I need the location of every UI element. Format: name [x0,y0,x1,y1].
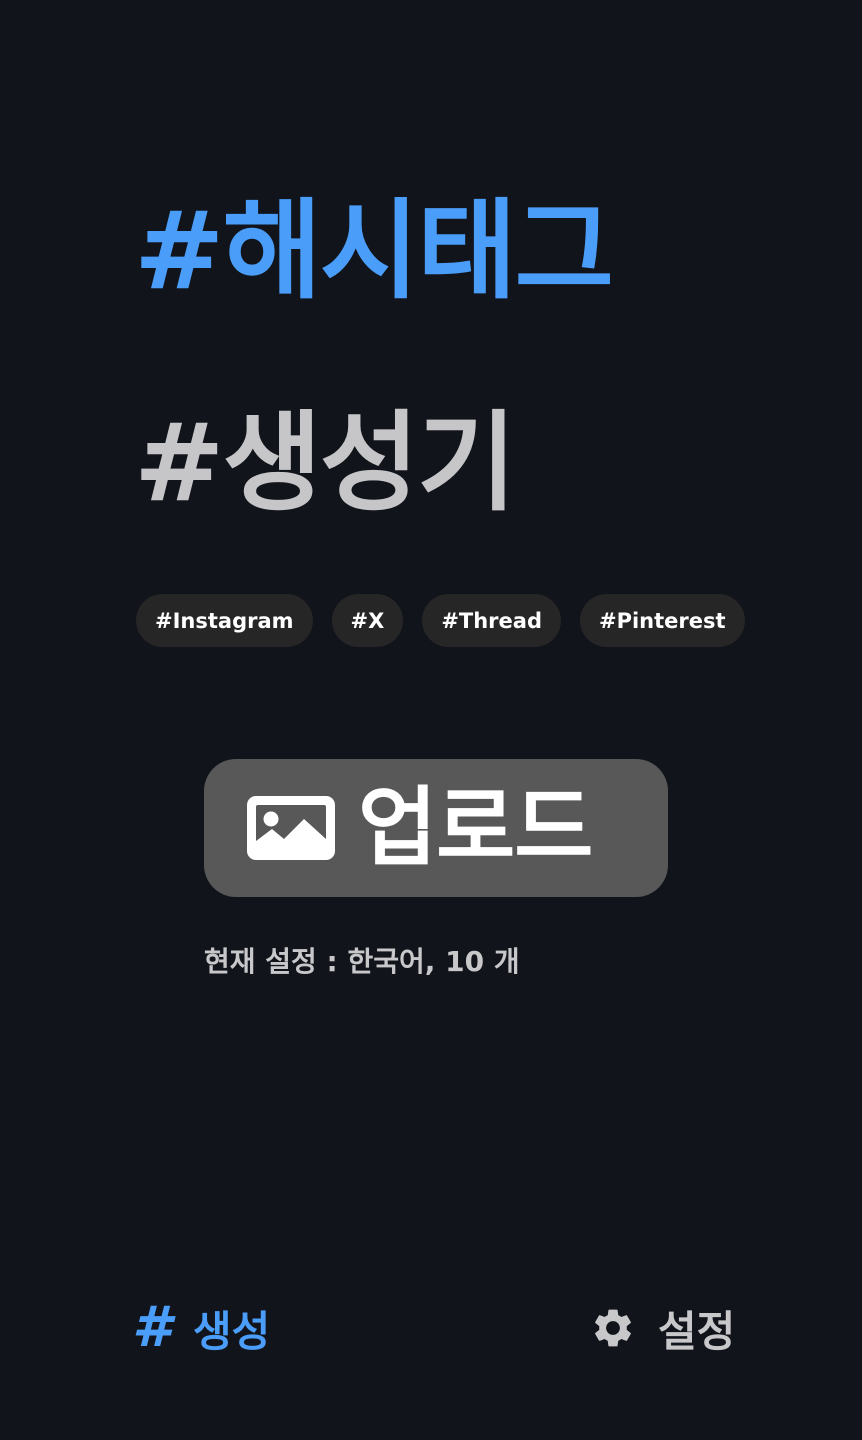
upload-button[interactable]: 업로드 [204,759,668,897]
nav-generate[interactable]: # 생성 [132,1300,270,1356]
nav-settings[interactable]: 설정 [590,1300,735,1356]
chip-instagram[interactable]: #Instagram [136,594,313,647]
platform-chips: #Instagram #X #Thread #Pinterest [136,594,745,647]
chip-thread[interactable]: #Thread [422,594,561,647]
chip-x[interactable]: #X [331,594,404,647]
gear-icon [595,1309,631,1347]
title-line-2: #생성기 [134,401,517,526]
hash-icon: # [132,1295,171,1360]
title-line-1: #해시태그 [134,189,614,314]
current-settings-text: 현재 설정 : 한국어, 10 개 [204,945,520,978]
image-icon [247,796,335,860]
upload-label: 업로드 [358,778,593,878]
chip-pinterest[interactable]: #Pinterest [580,594,745,647]
nav-generate-label: 생성 [192,1306,271,1356]
nav-settings-label: 설정 [658,1306,736,1356]
